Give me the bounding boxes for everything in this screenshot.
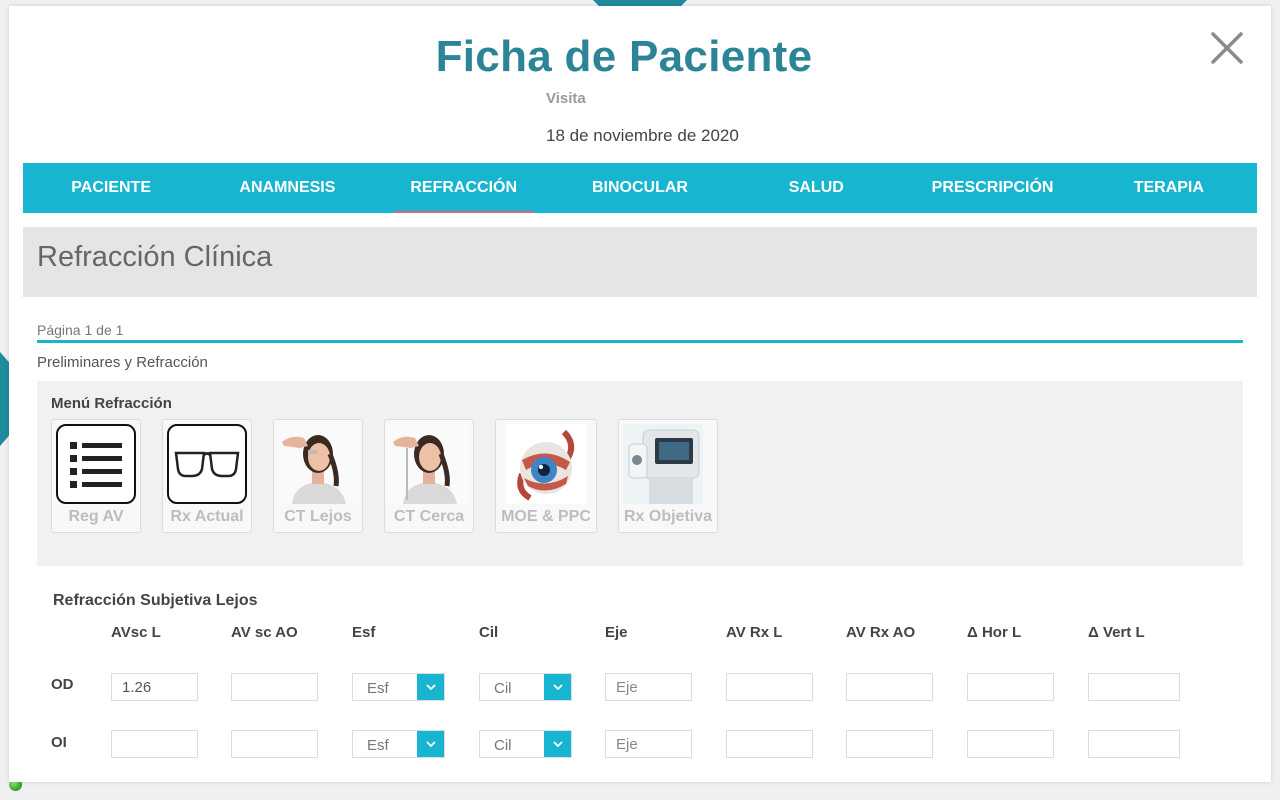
row-label-od: OD bbox=[51, 676, 74, 693]
eye-muscle-icon bbox=[506, 424, 586, 504]
visit-label: Visita bbox=[546, 90, 586, 107]
page-divider bbox=[37, 340, 1243, 343]
column-header: AVsc L bbox=[111, 624, 161, 641]
column-header: Cil bbox=[479, 624, 499, 641]
chevron-down-icon bbox=[544, 674, 571, 700]
oi-av-rx-ao-input[interactable] bbox=[846, 730, 933, 758]
list-icon bbox=[56, 424, 136, 504]
tab-salud[interactable]: SALUD bbox=[728, 163, 904, 213]
tab-binocular[interactable]: BINOCULAR bbox=[552, 163, 728, 213]
od-av-sc-ao-input[interactable] bbox=[231, 673, 318, 701]
menu-item-rx-objetiva[interactable]: Rx Objetiva bbox=[618, 419, 718, 533]
row-label-oi: OI bbox=[51, 734, 67, 751]
oi-av-rx-l-input[interactable] bbox=[726, 730, 813, 758]
od-cil-value: Cil bbox=[494, 680, 512, 697]
modal-title: Ficha de Paciente bbox=[435, 32, 813, 81]
menu-item-rx-actual[interactable]: Rx Actual bbox=[162, 419, 252, 533]
menu-item-moe-ppc[interactable]: MOE & PPC bbox=[495, 419, 597, 533]
tab-prescripcion[interactable]: PRESCRIPCIÓN bbox=[904, 163, 1080, 213]
column-header: AV Rx AO bbox=[846, 624, 916, 641]
refraction-menu: Menú Refracción Reg AV Rx Actual CT Lejo… bbox=[37, 381, 1243, 566]
column-header: AV sc AO bbox=[231, 624, 298, 641]
menu-item-ct-lejos[interactable]: CT Lejos bbox=[273, 419, 363, 533]
main-tabs: PACIENTE ANAMNESIS REFRACCIÓN BINOCULAR … bbox=[23, 163, 1257, 213]
tab-anamnesis[interactable]: ANAMNESIS bbox=[199, 163, 375, 213]
oi-eje-input[interactable] bbox=[605, 730, 692, 758]
close-icon bbox=[1211, 32, 1243, 64]
cover-test-photo bbox=[389, 424, 469, 504]
column-header: Δ Vert L bbox=[1088, 624, 1145, 641]
oi-cil-value: Cil bbox=[494, 737, 512, 754]
chevron-down-icon bbox=[417, 731, 444, 757]
column-header: Eje bbox=[605, 624, 628, 641]
visit-date: 18 de noviembre de 2020 bbox=[546, 126, 739, 145]
oi-esf-select[interactable]: Esf bbox=[352, 730, 445, 758]
od-cil-select[interactable]: Cil bbox=[479, 673, 572, 701]
menu-item-ct-cerca[interactable]: CT Cerca bbox=[384, 419, 474, 533]
oi-av-sc-ao-input[interactable] bbox=[231, 730, 318, 758]
cover-test-photo bbox=[278, 424, 358, 504]
tab-refraccion[interactable]: REFRACCIÓN bbox=[376, 163, 552, 213]
section-title: Refracción Clínica bbox=[37, 241, 273, 273]
od-avsc-l-input[interactable] bbox=[111, 673, 198, 701]
glasses-icon bbox=[167, 424, 247, 504]
column-header: Δ Hor L bbox=[967, 624, 1022, 641]
chevron-down-icon bbox=[417, 674, 444, 700]
autorefractor-photo bbox=[623, 424, 703, 504]
oi-esf-value: Esf bbox=[367, 737, 389, 754]
oi-cil-select[interactable]: Cil bbox=[479, 730, 572, 758]
od-av-rx-l-input[interactable] bbox=[726, 673, 813, 701]
od-esf-select[interactable]: Esf bbox=[352, 673, 445, 701]
menu-item-label: CT Cerca bbox=[393, 508, 465, 525]
od-esf-value: Esf bbox=[367, 680, 389, 697]
page-indicator: Página 1 de 1 bbox=[37, 322, 124, 338]
oi-hor-l-input[interactable] bbox=[967, 730, 1054, 758]
column-header: Esf bbox=[352, 624, 376, 641]
tab-terapia[interactable]: TERAPIA bbox=[1081, 163, 1257, 213]
tab-paciente[interactable]: PACIENTE bbox=[23, 163, 199, 213]
menu-item-label: Rx Objetiva bbox=[623, 508, 713, 525]
menu-item-label: CT Lejos bbox=[284, 508, 352, 525]
oi-vert-l-input[interactable] bbox=[1088, 730, 1180, 758]
menu-title: Menú Refracción bbox=[51, 395, 172, 412]
menu-item-reg-av[interactable]: Reg AV bbox=[51, 419, 141, 533]
menu-item-label: Rx Actual bbox=[170, 508, 244, 525]
chevron-down-icon bbox=[544, 731, 571, 757]
oi-avsc-l-input[interactable] bbox=[111, 730, 198, 758]
section-header: Refracción Clínica bbox=[23, 227, 1257, 297]
patient-record-modal: Ficha de Paciente Visita 18 de noviembre… bbox=[9, 6, 1271, 782]
menu-item-label: Reg AV bbox=[68, 508, 124, 525]
menu-item-label: MOE & PPC bbox=[501, 508, 591, 525]
od-eje-input[interactable] bbox=[605, 673, 692, 701]
subjective-title: Refracción Subjetiva Lejos bbox=[53, 592, 258, 609]
close-button[interactable] bbox=[1207, 28, 1247, 68]
column-header: AV Rx L bbox=[726, 624, 783, 641]
group-title: Preliminares y Refracción bbox=[37, 354, 208, 371]
od-hor-l-input[interactable] bbox=[967, 673, 1054, 701]
od-av-rx-ao-input[interactable] bbox=[846, 673, 933, 701]
od-vert-l-input[interactable] bbox=[1088, 673, 1180, 701]
